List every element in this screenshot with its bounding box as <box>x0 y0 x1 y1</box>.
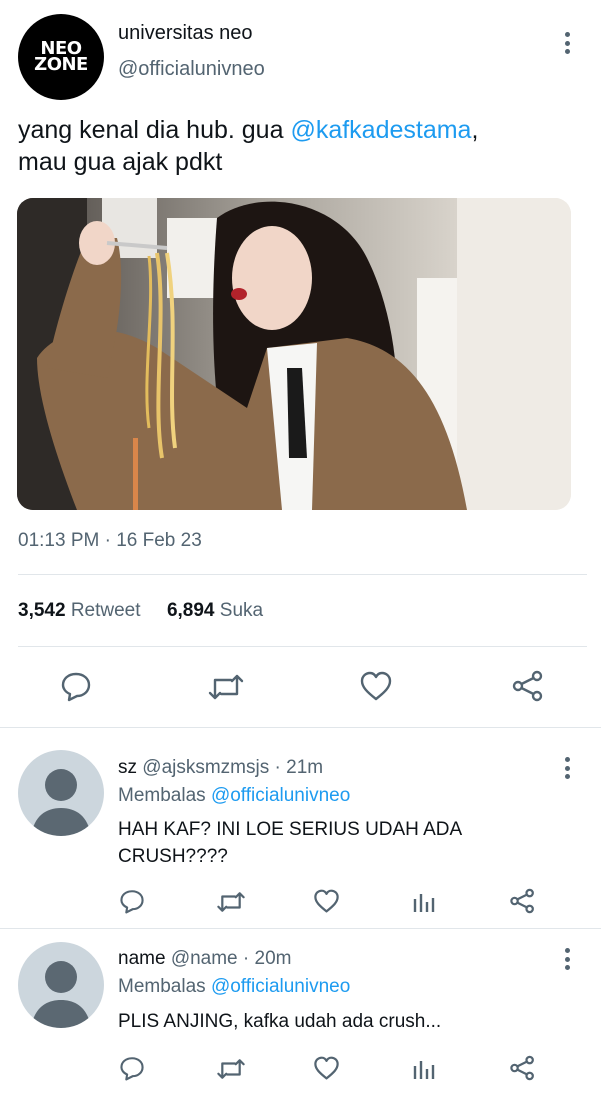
tweet-text-part1: yang kenal dia hub. gua <box>18 116 291 144</box>
tweet-photo[interactable] <box>17 198 571 510</box>
tweet-mention-link[interactable]: @kafkadestama <box>290 116 471 144</box>
analytics-icon[interactable] <box>412 890 436 914</box>
more-vertical-icon[interactable] <box>565 757 571 783</box>
replying-to: Membalas @officialunivneo <box>118 975 350 999</box>
reply-text: PLIS ANJING, kafka udah ada crush... <box>118 1011 442 1032</box>
tweet-stats: 3,542 Retweet 6,894 Suka <box>18 600 263 622</box>
divider <box>0 727 601 728</box>
reply-author-handle[interactable]: @ajsksmzmsjs <box>142 757 269 778</box>
reply-time: · 21m <box>274 757 324 778</box>
share-icon[interactable] <box>511 670 545 702</box>
tweet-text-part2: , <box>471 116 479 144</box>
reply-avatar[interactable] <box>18 942 104 1028</box>
reply-time: · 20m <box>242 948 292 969</box>
default-avatar-icon <box>31 961 91 1028</box>
retweet-icon[interactable] <box>216 1057 246 1081</box>
reply-icon[interactable] <box>119 888 145 914</box>
share-icon[interactable] <box>509 888 536 914</box>
replying-to-link[interactable]: @officialunivneo <box>211 976 350 997</box>
heart-icon[interactable] <box>313 888 340 914</box>
reply-author-name[interactable]: sz <box>118 757 137 778</box>
retweet-stat[interactable]: 3,542 Retweet <box>18 600 141 621</box>
default-avatar-icon <box>31 769 91 836</box>
author-avatar[interactable]: NEO ZONE <box>18 14 104 100</box>
heart-icon[interactable] <box>313 1055 340 1081</box>
tweet-text-line2: mau gua ajak pdkt <box>18 148 223 176</box>
reply-header: name @name · 20m <box>118 947 292 971</box>
like-stat[interactable]: 6,894 Suka <box>167 600 263 621</box>
reply-text: HAH KAF? INI LOE SERIUS UDAH ADA CRUSH??… <box>118 819 462 867</box>
retweet-icon[interactable] <box>216 890 246 914</box>
reply-author-handle[interactable]: @name <box>171 948 238 969</box>
replying-to-label: Membalas <box>118 976 206 997</box>
share-icon[interactable] <box>509 1055 536 1081</box>
avatar-logo-line2: ZONE <box>34 54 88 75</box>
tweet-photo-illustration <box>17 198 571 510</box>
reply-header: sz @ajsksmzmsjs · 21m <box>118 756 323 780</box>
divider <box>0 928 601 929</box>
divider <box>18 574 587 575</box>
replying-to: Membalas @officialunivneo <box>118 784 350 808</box>
divider <box>18 646 587 647</box>
replying-to-label: Membalas <box>118 785 206 806</box>
retweet-icon[interactable] <box>207 672 245 702</box>
reply-avatar[interactable] <box>18 750 104 836</box>
analytics-icon[interactable] <box>412 1057 436 1081</box>
tweet-timestamp[interactable]: 01:13 PM · 16 Feb 23 <box>18 530 202 552</box>
author-handle[interactable]: @officialunivneo <box>118 58 265 81</box>
heart-icon[interactable] <box>359 670 393 702</box>
reply-icon[interactable] <box>119 1055 145 1081</box>
tweet-text: yang kenal dia hub. gua @kafkadestama, m… <box>18 114 578 178</box>
more-vertical-icon[interactable] <box>565 32 571 58</box>
replying-to-link[interactable]: @officialunivneo <box>211 785 350 806</box>
more-vertical-icon[interactable] <box>565 948 571 974</box>
reply-icon[interactable] <box>60 670 92 702</box>
author-name[interactable]: universitas neo <box>118 22 253 45</box>
reply-author-name[interactable]: name <box>118 948 166 969</box>
